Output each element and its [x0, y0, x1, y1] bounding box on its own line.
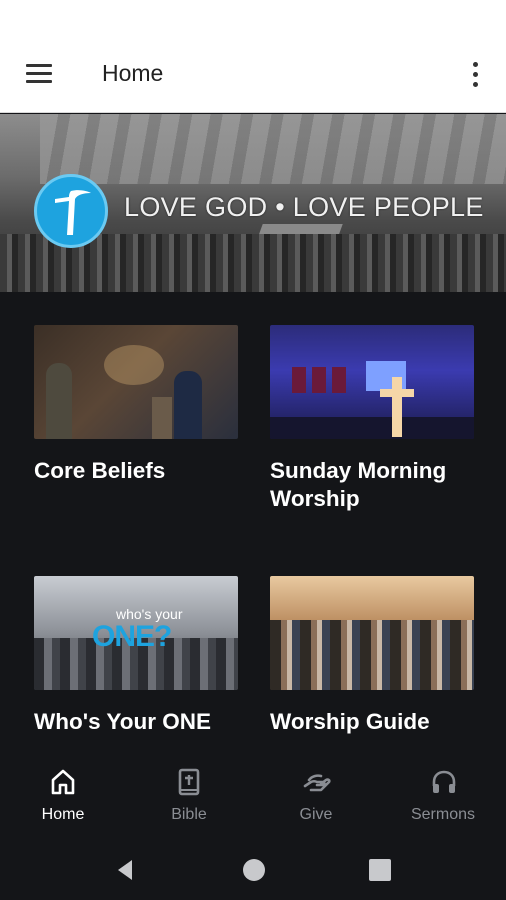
status-bar [0, 0, 506, 36]
cross-logo-icon [34, 174, 108, 248]
card-whos-your-one[interactable]: who's your ONE? Who's Your ONE [34, 576, 238, 736]
card-sunday-morning-worship[interactable]: Sunday Morning Worship [270, 325, 474, 513]
give-hand-icon [303, 774, 331, 792]
hero-tagline: LOVE GOD • LOVE PEOPLE [124, 192, 484, 222]
card-core-beliefs[interactable]: Core Beliefs [34, 325, 238, 485]
nav-item-give[interactable]: Give [253, 758, 379, 840]
app-bar: Home [0, 36, 506, 113]
card-title: Sunday Morning Worship [270, 458, 447, 511]
thumb-text-big: ONE? [92, 620, 172, 653]
recents-square-icon[interactable] [364, 854, 396, 886]
nav-item-bible[interactable]: Bible [126, 758, 252, 840]
home-circle-icon[interactable] [238, 854, 270, 886]
nav-label: Sermons [410, 806, 476, 823]
nav-item-sermons[interactable]: Sermons [380, 758, 506, 840]
card-thumbnail [34, 325, 238, 439]
hamburger-menu-icon[interactable] [18, 58, 62, 90]
headphones-icon [432, 770, 456, 793]
card-thumbnail [270, 576, 474, 690]
back-triangle-icon[interactable] [110, 854, 142, 886]
hero-banner: LOVE GOD • LOVE PEOPLE [0, 114, 506, 292]
card-worship-guide[interactable]: Worship Guide [270, 576, 474, 736]
card-thumbnail [270, 325, 474, 439]
nav-label: Home [41, 806, 85, 823]
bottom-navigation: Home Bible Give Sermons [0, 758, 506, 840]
nav-label: Bible [171, 806, 207, 823]
page-title: Home [102, 60, 164, 86]
nav-item-home[interactable]: Home [0, 758, 126, 840]
bible-icon [178, 768, 200, 796]
card-title: Core Beliefs [34, 458, 166, 483]
card-title: Who's Your ONE [34, 709, 212, 734]
nav-label: Give [299, 806, 333, 823]
home-icon [51, 769, 75, 795]
system-navigation-bar [0, 840, 506, 900]
card-thumbnail: who's your ONE? [34, 576, 238, 690]
more-vert-icon[interactable] [464, 58, 488, 92]
card-title: Worship Guide [270, 709, 430, 734]
